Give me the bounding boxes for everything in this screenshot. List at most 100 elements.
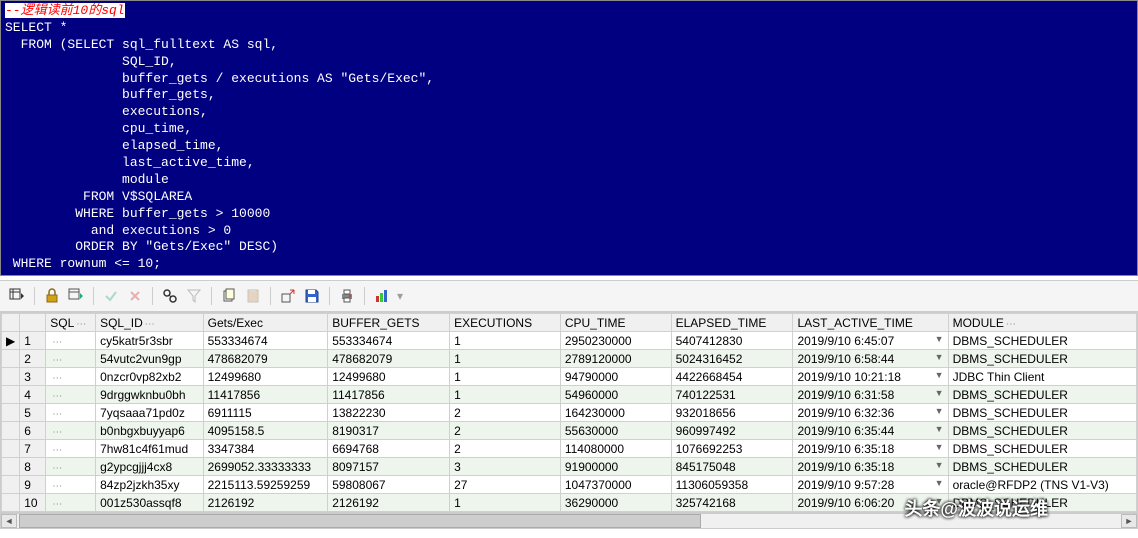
table-row[interactable]: 6⋯b0nbgxbuyyap64095158.58190317255630000… xyxy=(2,422,1137,440)
col-sqlid[interactable]: SQL_ID⋯ xyxy=(96,314,204,332)
cell-buffergets[interactable]: 11417856 xyxy=(328,386,450,404)
date-dropdown-icon[interactable]: ▼ xyxy=(935,334,944,344)
cell-executions[interactable]: 1 xyxy=(450,368,561,386)
cell-elapsed[interactable]: 1076692253 xyxy=(671,440,793,458)
date-dropdown-icon[interactable]: ▼ xyxy=(935,352,944,362)
table-row[interactable]: 3⋯0nzcr0vp82xb21249968012499680194790000… xyxy=(2,368,1137,386)
cell-elapsed[interactable]: 4422668454 xyxy=(671,368,793,386)
cell-module[interactable]: DBMS_SCHEDULER xyxy=(948,350,1136,368)
save-button[interactable] xyxy=(301,285,323,307)
cell-sqlid[interactable]: cy5katr5r3sbr xyxy=(96,332,204,350)
cell-module[interactable]: oracle@RFDP2 (TNS V1-V3) xyxy=(948,476,1136,494)
cell-lastactive[interactable]: 2019/9/10 6:35:18▼ xyxy=(793,458,948,476)
cell-elapsed[interactable]: 740122531 xyxy=(671,386,793,404)
cell-executions[interactable]: 1 xyxy=(450,386,561,404)
cell-cputime[interactable]: 2789120000 xyxy=(560,350,671,368)
cell-executions[interactable]: 3 xyxy=(450,458,561,476)
cell-module[interactable]: DBMS_SCHEDULER xyxy=(948,440,1136,458)
col-buffergets[interactable]: BUFFER_GETS xyxy=(328,314,450,332)
cell-elapsed[interactable]: 325742168 xyxy=(671,494,793,512)
cell-sqlid[interactable]: 9drggwknbu0bh xyxy=(96,386,204,404)
cell-getsexec[interactable]: 12499680 xyxy=(203,368,328,386)
col-module[interactable]: MODULE⋯ xyxy=(948,314,1136,332)
cell-buffergets[interactable]: 478682079 xyxy=(328,350,450,368)
date-dropdown-icon[interactable]: ▼ xyxy=(935,406,944,416)
clob-expand-icon[interactable]: ⋯ xyxy=(50,337,62,348)
cell-module[interactable]: DBMS_SCHEDULER xyxy=(948,404,1136,422)
cell-executions[interactable]: 1 xyxy=(450,350,561,368)
cell-getsexec[interactable]: 3347384 xyxy=(203,440,328,458)
cell-cputime[interactable]: 36290000 xyxy=(560,494,671,512)
table-row[interactable]: ▶1⋯cy5katr5r3sbr553334674553334674129502… xyxy=(2,332,1137,350)
scroll-right-button[interactable]: ► xyxy=(1121,514,1137,528)
cell-sqlid[interactable]: 0nzcr0vp82xb2 xyxy=(96,368,204,386)
cell-module[interactable]: DBMS_SCHEDULER xyxy=(948,422,1136,440)
row-pointer[interactable] xyxy=(2,440,20,458)
cell-sql[interactable]: ⋯ xyxy=(46,386,96,404)
results-grid[interactable]: SQL⋯ SQL_ID⋯ Gets/Exec BUFFER_GETS EXECU… xyxy=(0,312,1138,513)
copy-button[interactable] xyxy=(218,285,240,307)
row-pointer[interactable] xyxy=(2,350,20,368)
table-row[interactable]: 9⋯84zp2jzkh35xy2215113.59259259598080672… xyxy=(2,476,1137,494)
cell-cputime[interactable]: 164230000 xyxy=(560,404,671,422)
cell-sql[interactable]: ⋯ xyxy=(46,350,96,368)
cell-executions[interactable]: 1 xyxy=(450,332,561,350)
export-button[interactable] xyxy=(277,285,299,307)
cell-executions[interactable]: 2 xyxy=(450,404,561,422)
cell-module[interactable]: JDBC Thin Client xyxy=(948,368,1136,386)
lock-button[interactable] xyxy=(41,285,63,307)
cell-buffergets[interactable]: 2126192 xyxy=(328,494,450,512)
table-row[interactable]: 4⋯9drggwknbu0bh1141785611417856154960000… xyxy=(2,386,1137,404)
cell-module[interactable]: DBMS_SCHEDULER xyxy=(948,332,1136,350)
horizontal-scrollbar[interactable]: ◄ ► xyxy=(0,513,1138,529)
cell-sqlid[interactable]: 001z530assqf8 xyxy=(96,494,204,512)
cell-lastactive[interactable]: 2019/9/10 6:06:20▼ xyxy=(793,494,948,512)
row-pointer[interactable] xyxy=(2,494,20,512)
clob-expand-icon[interactable]: ⋯ xyxy=(50,355,62,366)
cell-cputime[interactable]: 54960000 xyxy=(560,386,671,404)
clob-expand-icon[interactable]: ⋯ xyxy=(50,463,62,474)
table-row[interactable]: 5⋯7yqsaaa71pd0z6911115138222302164230000… xyxy=(2,404,1137,422)
cell-buffergets[interactable]: 13822230 xyxy=(328,404,450,422)
cell-getsexec[interactable]: 11417856 xyxy=(203,386,328,404)
cell-buffergets[interactable]: 59808067 xyxy=(328,476,450,494)
grid-options-button[interactable] xyxy=(6,285,28,307)
clob-expand-icon[interactable]: ⋯ xyxy=(50,409,62,420)
cell-sql[interactable]: ⋯ xyxy=(46,494,96,512)
date-dropdown-icon[interactable]: ▼ xyxy=(935,442,944,452)
cell-getsexec[interactable]: 478682079 xyxy=(203,350,328,368)
col-sql[interactable]: SQL⋯ xyxy=(46,314,96,332)
col-getsexec[interactable]: Gets/Exec xyxy=(203,314,328,332)
cell-cputime[interactable]: 94790000 xyxy=(560,368,671,386)
cell-sql[interactable]: ⋯ xyxy=(46,368,96,386)
cell-executions[interactable]: 2 xyxy=(450,440,561,458)
cell-sqlid[interactable]: b0nbgxbuyyap6 xyxy=(96,422,204,440)
table-row[interactable]: 10⋯001z530assqf8212619221261921362900003… xyxy=(2,494,1137,512)
cell-cputime[interactable]: 1047370000 xyxy=(560,476,671,494)
col-cputime[interactable]: CPU_TIME xyxy=(560,314,671,332)
col-lastactive[interactable]: LAST_ACTIVE_TIME xyxy=(793,314,948,332)
cell-sql[interactable]: ⋯ xyxy=(46,440,96,458)
cell-getsexec[interactable]: 2215113.59259259 xyxy=(203,476,328,494)
cell-sql[interactable]: ⋯ xyxy=(46,458,96,476)
date-dropdown-icon[interactable]: ▼ xyxy=(935,460,944,470)
date-dropdown-icon[interactable]: ▼ xyxy=(935,388,944,398)
cell-module[interactable]: DBMS_SCHEDULER xyxy=(948,458,1136,476)
fetch-button[interactable] xyxy=(65,285,87,307)
chart-button[interactable] xyxy=(371,285,393,307)
row-pointer[interactable] xyxy=(2,404,20,422)
cell-lastactive[interactable]: 2019/9/10 6:32:36▼ xyxy=(793,404,948,422)
col-executions[interactable]: EXECUTIONS xyxy=(450,314,561,332)
print-button[interactable] xyxy=(336,285,358,307)
cell-elapsed[interactable]: 932018656 xyxy=(671,404,793,422)
clob-expand-icon[interactable]: ⋯ xyxy=(50,391,62,402)
cell-lastactive[interactable]: 2019/9/10 6:45:07▼ xyxy=(793,332,948,350)
cell-lastactive[interactable]: 2019/9/10 10:21:18▼ xyxy=(793,368,948,386)
cell-buffergets[interactable]: 553334674 xyxy=(328,332,450,350)
row-pointer[interactable] xyxy=(2,386,20,404)
clob-expand-icon[interactable]: ⋯ xyxy=(50,445,62,456)
cell-lastactive[interactable]: 2019/9/10 6:58:44▼ xyxy=(793,350,948,368)
cell-buffergets[interactable]: 12499680 xyxy=(328,368,450,386)
cell-elapsed[interactable]: 5407412830 xyxy=(671,332,793,350)
date-dropdown-icon[interactable]: ▼ xyxy=(935,424,944,434)
